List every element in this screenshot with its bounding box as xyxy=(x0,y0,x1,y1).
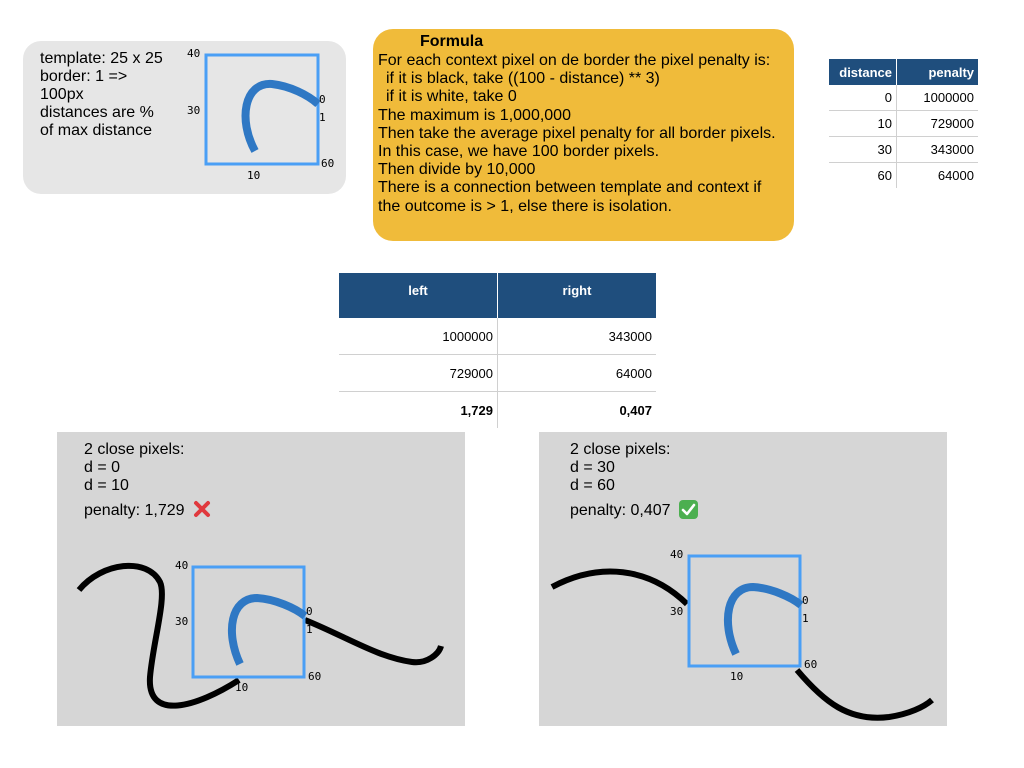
label-0: 0 xyxy=(802,594,809,607)
formula-line: the outcome is > 1, else there is isolat… xyxy=(378,197,672,215)
info-line: border: 1 => xyxy=(40,68,128,85)
table-row: 30 343000 xyxy=(829,136,978,163)
table-total-row: 1,729 0,407 xyxy=(339,391,656,428)
info-line: distances are % xyxy=(40,104,154,121)
context-stroke-right xyxy=(794,668,934,721)
info-line: 100px xyxy=(40,86,84,103)
total-right: 0,407 xyxy=(619,402,652,418)
header-left: left xyxy=(339,273,498,318)
template-stroke xyxy=(241,80,321,153)
table-row: 729000 64000 xyxy=(339,354,656,392)
cell-distance: 60 xyxy=(829,162,897,188)
template-border xyxy=(204,53,320,166)
cell-penalty: 343000 xyxy=(896,136,978,163)
cell-left: 1000000 xyxy=(339,318,498,355)
label-1: 1 xyxy=(802,612,809,625)
template-border xyxy=(191,565,306,679)
label-40: 40 xyxy=(670,548,683,561)
cell-distance: 10 xyxy=(829,110,897,137)
example-diagram-left: 40 30 0 1 60 10 xyxy=(76,559,444,709)
template-border xyxy=(687,554,802,668)
label-60: 60 xyxy=(804,658,817,671)
example-diagram-right: 40 30 0 1 60 10 xyxy=(550,548,934,721)
header-penalty: penalty xyxy=(928,64,974,80)
label-10: 10 xyxy=(247,169,260,182)
label-0: 0 xyxy=(306,605,313,618)
table-row: 10 729000 xyxy=(829,110,978,137)
label-10: 10 xyxy=(235,681,248,694)
info-line: template: 25 x 25 xyxy=(40,50,163,67)
header-distance: distance xyxy=(829,59,897,85)
cell-left: 729000 xyxy=(339,354,498,392)
cell-penalty: 1000000 xyxy=(896,85,978,111)
total-left: 1,729 xyxy=(339,391,498,428)
formula-line: if it is black, take ((100 - distance) *… xyxy=(386,70,660,88)
formula-text: For each context pixel on de border the … xyxy=(378,52,776,216)
context-stroke-right xyxy=(303,617,444,666)
cell-distance: 0 xyxy=(829,85,897,111)
formula-line: There is a connection between template a… xyxy=(378,179,762,197)
header-right: right xyxy=(562,283,592,298)
formula-line: if it is white, take 0 xyxy=(386,88,517,106)
table-row: 60 64000 xyxy=(829,162,978,188)
formula-line: In this case, we have 100 border pixels. xyxy=(378,143,660,161)
context-stroke-left xyxy=(76,562,241,709)
label-30: 30 xyxy=(175,615,188,628)
label-0: 0 xyxy=(319,93,326,106)
formula-line: For each context pixel on de border the … xyxy=(378,52,771,69)
label-30: 30 xyxy=(670,605,683,618)
info-text: template: 25 x 25 border: 1 => 100px dis… xyxy=(40,50,163,140)
cell-right: 64000 xyxy=(497,354,656,392)
left-right-table: left right 1000000 343000 729000 64000 1… xyxy=(339,273,656,428)
label-1: 1 xyxy=(319,111,326,124)
label-40: 40 xyxy=(175,559,188,572)
table-row: 1000000 343000 xyxy=(339,318,656,355)
table-header-row: left right xyxy=(339,273,656,318)
template-diagram: 40 30 0 1 60 10 xyxy=(187,47,334,182)
label-1: 1 xyxy=(306,623,313,636)
distance-penalty-table: distance penalty 0 1000000 10 729000 30 … xyxy=(829,59,978,188)
label-60: 60 xyxy=(321,157,334,170)
template-stroke xyxy=(724,582,804,656)
table-header-row: distance penalty xyxy=(829,59,978,85)
context-stroke-left xyxy=(550,568,690,607)
cell-right: 343000 xyxy=(497,318,656,355)
cell-penalty: 729000 xyxy=(896,110,978,137)
formula-line: The maximum is 1,000,000 xyxy=(378,106,571,124)
label-10: 10 xyxy=(730,670,743,683)
template-stroke xyxy=(228,593,308,666)
cell-distance: 30 xyxy=(829,136,897,163)
label-40: 40 xyxy=(187,47,200,60)
info-line: of max distance xyxy=(40,122,153,139)
label-60: 60 xyxy=(308,670,321,683)
table-row: 0 1000000 xyxy=(829,85,978,111)
label-30: 30 xyxy=(187,104,200,117)
formula-line: Then divide by 10,000 xyxy=(378,161,536,179)
formula-title: Formula xyxy=(420,33,484,50)
formula-line: Then take the average pixel penalty for … xyxy=(378,124,776,142)
cell-penalty: 64000 xyxy=(937,168,974,183)
